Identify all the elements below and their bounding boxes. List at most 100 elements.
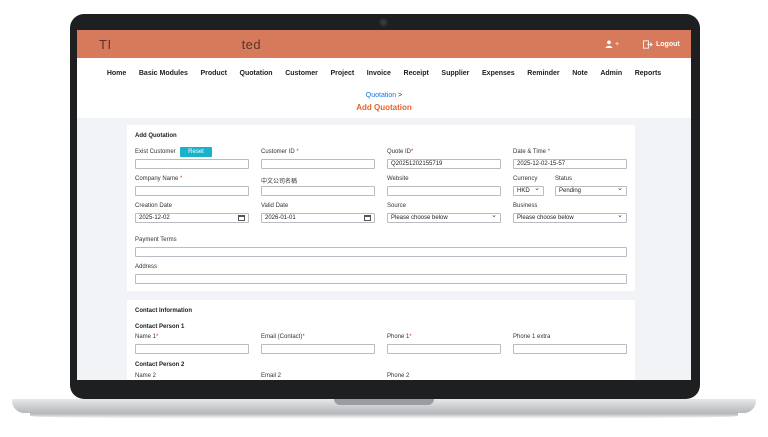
screen: TI ted + Logout Home Basic Modules Produc… [77, 30, 691, 380]
nav-supplier[interactable]: Supplier [435, 70, 476, 77]
contact-person-2-heading: Contact Person 2 [135, 362, 185, 368]
phone-1-extra-label: Phone 1 extra [513, 334, 551, 340]
page-header: Quotation > Add Quotation [77, 88, 691, 118]
exist-customer-label: Exist Customer [135, 149, 176, 155]
contact-person-1-heading: Contact Person 1 [135, 324, 185, 330]
date-time-label-text: Date & Time [513, 149, 547, 155]
laptop-shadow [30, 413, 738, 419]
address-input[interactable] [135, 274, 627, 284]
logout-icon [643, 39, 653, 49]
nav-project[interactable]: Project [324, 70, 360, 77]
date-time-label: Date & Time * [513, 149, 550, 155]
business-select[interactable]: Please choose below [513, 213, 627, 223]
nav-product[interactable]: Product [194, 70, 233, 77]
nav-home[interactable]: Home [101, 70, 133, 77]
breadcrumb: Quotation > [77, 92, 691, 99]
calendar-icon[interactable] [364, 215, 371, 221]
company-name-cn-input[interactable] [261, 186, 375, 196]
main-nav: Home Basic Modules Product Quotation Cus… [77, 58, 691, 88]
nav-basic-modules[interactable]: Basic Modules [133, 70, 195, 77]
quote-id-label: Quote ID* [387, 149, 413, 155]
required-mark: * [409, 334, 412, 340]
nav-admin[interactable]: Admin [594, 70, 628, 77]
nav-reports[interactable]: Reports [628, 70, 667, 77]
phone-1-extra-input[interactable] [513, 344, 627, 354]
required-mark: * [156, 334, 159, 340]
valid-date-value: 2026-01-01 [265, 215, 296, 221]
email-contact-input[interactable] [261, 344, 375, 354]
source-label: Source [387, 203, 407, 209]
nav-quotation[interactable]: Quotation [233, 70, 279, 77]
page-title: Add Quotation [356, 103, 412, 112]
status-label: Status [555, 176, 573, 182]
required-mark: * [180, 176, 183, 182]
business-label: Business [513, 203, 538, 209]
company-name-cn-label: 中文公司名稱 [261, 179, 298, 185]
currency-select[interactable]: HKD [513, 186, 544, 196]
camera-icon [379, 18, 388, 27]
user-menu-button[interactable]: + [605, 38, 619, 50]
email-contact-label-text: Email (Contact) [261, 334, 303, 340]
creation-date-input[interactable]: 2025-12-02 [135, 213, 249, 223]
contact-information-heading: Contact Information [135, 308, 192, 314]
exist-customer-input[interactable] [135, 159, 249, 169]
brand-logo[interactable]: TI ted [99, 37, 261, 52]
nav-receipt[interactable]: Receipt [397, 70, 435, 77]
name-1-label: Name 1* [135, 334, 158, 340]
payment-terms-label: Payment Terms [135, 237, 177, 243]
calendar-icon[interactable] [238, 215, 245, 221]
name-1-input[interactable] [135, 344, 249, 354]
phone-1-input[interactable] [387, 344, 501, 354]
user-icon [605, 40, 613, 48]
quote-id-input[interactable]: Q20251202155719 [387, 159, 501, 169]
top-bar: TI ted + Logout [77, 30, 691, 58]
creation-date-label: Creation Date [135, 203, 173, 209]
valid-date-label: Valid Date [261, 203, 289, 209]
logout-button[interactable]: Logout [643, 38, 680, 50]
currency-label: Currency [513, 176, 538, 182]
required-mark: * [547, 149, 551, 155]
brand-text-left: TI [99, 37, 112, 52]
email-contact-label: Email (Contact)* [261, 334, 305, 340]
required-mark: * [302, 334, 305, 340]
payment-terms-input[interactable] [135, 247, 627, 257]
name-1-label-text: Name 1 [135, 334, 157, 340]
source-select[interactable]: Please choose below [387, 213, 501, 223]
add-quotation-heading: Add Quotation [135, 133, 177, 139]
required-mark: * [296, 149, 299, 155]
customer-id-input[interactable] [261, 159, 375, 169]
nav-customer[interactable]: Customer [279, 70, 324, 77]
website-label: Website [387, 176, 409, 182]
add-quotation-card: Add Quotation Exist Customer Reset Custo… [127, 125, 635, 291]
status-select[interactable]: Pending [555, 186, 627, 196]
phone-1-label: Phone 1* [387, 334, 412, 340]
quote-id-label-text: Quote ID [387, 149, 412, 155]
brand-text-right: ted [241, 37, 262, 52]
nav-note[interactable]: Note [566, 70, 594, 77]
website-input[interactable] [387, 186, 501, 196]
nav-expenses[interactable]: Expenses [476, 70, 521, 77]
email-2-label: Email 2 [261, 373, 282, 379]
reset-button[interactable]: Reset [180, 147, 212, 157]
user-menu-label: + [615, 40, 620, 48]
phone-2-label: Phone 2 [387, 373, 410, 379]
address-label: Address [135, 264, 158, 270]
nav-invoice[interactable]: Invoice [361, 70, 398, 77]
laptop-notch [334, 399, 434, 405]
breadcrumb-quotation-link[interactable]: Quotation [366, 92, 396, 99]
company-name-input[interactable] [135, 186, 249, 196]
phone-1-label-text: Phone 1 [387, 334, 410, 340]
contact-information-card: Contact Information Contact Person 1 Nam… [127, 300, 635, 380]
valid-date-input[interactable]: 2026-01-01 [261, 213, 375, 223]
breadcrumb-separator: > [398, 92, 403, 99]
nav-reminder[interactable]: Reminder [521, 70, 566, 77]
name-2-label: Name 2 [135, 373, 157, 379]
customer-id-label: Customer ID * [261, 149, 299, 155]
company-name-label: Company Name * [135, 176, 182, 182]
creation-date-value: 2025-12-02 [139, 215, 170, 221]
brand-redacted [111, 40, 242, 51]
logout-label: Logout [656, 40, 680, 48]
date-time-input[interactable]: 2025-12-02-15-57 [513, 159, 627, 169]
customer-id-label-text: Customer ID [261, 149, 295, 155]
required-mark: * [411, 149, 414, 155]
